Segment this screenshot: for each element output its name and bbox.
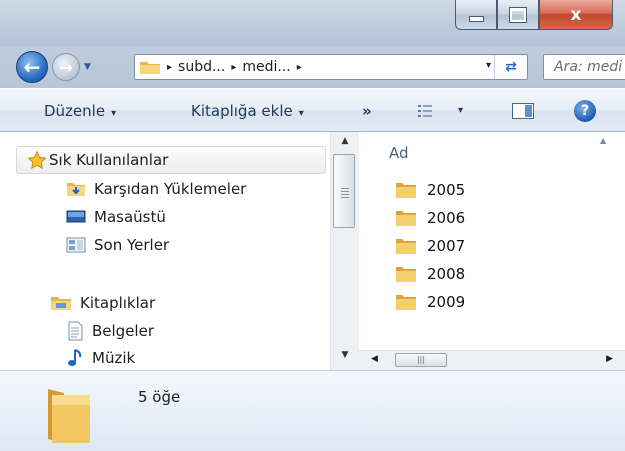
libraries-icon bbox=[51, 297, 71, 310]
more-commands-button[interactable]: » bbox=[362, 102, 372, 120]
file-name: 2009 bbox=[427, 293, 466, 311]
chevron-down-icon: ▾ bbox=[298, 108, 304, 119]
grip-icon bbox=[341, 188, 349, 200]
search-placeholder: Ara: medi bbox=[554, 59, 623, 75]
navigation-pane: Sık Kullanılanlar Karşıdan Yüklemeler Ma… bbox=[0, 132, 358, 370]
help-button[interactable]: ? bbox=[574, 100, 596, 122]
folder-icon bbox=[396, 183, 416, 198]
folder-icon bbox=[396, 211, 416, 226]
navigation-bar: ← → ▼ ▸ subd... ▸ medi... ▸ ▾ ⇄ Ara: med… bbox=[0, 46, 625, 88]
nav-item-music[interactable]: Müzik bbox=[66, 344, 135, 370]
close-icon: x bbox=[570, 4, 582, 25]
star-icon bbox=[27, 151, 47, 169]
explorer-window: x ← → ▼ ▸ subd... ▸ medi... ▸ ▾ ⇄ Ara: m… bbox=[0, 0, 625, 451]
file-list-pane: ▲ Ad 2005 2006 2007 2008 2009 bbox=[359, 132, 625, 370]
folder-icon bbox=[396, 267, 416, 282]
scroll-right-arrow-icon[interactable]: ▶ bbox=[606, 354, 613, 364]
address-dropdown[interactable]: ▾ bbox=[486, 60, 491, 71]
nav-favorites[interactable]: Sık Kullanılanlar bbox=[16, 146, 326, 174]
nav-item-label: Müzik bbox=[92, 349, 136, 367]
views-icon[interactable] bbox=[418, 104, 432, 118]
address-folder-icon bbox=[140, 62, 160, 74]
file-name: 2006 bbox=[427, 209, 466, 227]
maximize-button[interactable] bbox=[497, 0, 539, 30]
add-to-library-button[interactable]: Kitaplığa ekle ▾ bbox=[191, 102, 304, 120]
nav-item-label: Son Yerler bbox=[94, 236, 170, 254]
content-horizontal-scrollbar[interactable]: ◀ ||| ▶ bbox=[359, 350, 625, 371]
file-name: 2005 bbox=[427, 181, 466, 199]
folder-icon bbox=[48, 389, 90, 443]
item-count: 5 öğe bbox=[138, 388, 181, 406]
list-item[interactable]: 2009 bbox=[395, 290, 465, 314]
nav-item-label: Karşıdan Yüklemeler bbox=[94, 180, 247, 198]
minimize-button[interactable] bbox=[455, 0, 497, 30]
search-input[interactable]: Ara: medi bbox=[543, 54, 625, 80]
organize-button[interactable]: Düzenle ▾ bbox=[44, 102, 116, 120]
views-dropdown[interactable]: ▾ bbox=[458, 105, 463, 116]
nav-item-desktop[interactable]: Masaüstü bbox=[66, 203, 166, 231]
recent-places-icon bbox=[66, 237, 86, 253]
add-to-library-label: Kitaplığa ekle bbox=[191, 102, 293, 120]
file-name: 2007 bbox=[427, 237, 466, 255]
folder-icon bbox=[396, 239, 416, 254]
scroll-down-arrow-icon[interactable]: ▼ bbox=[331, 350, 359, 368]
breadcrumb-separator[interactable]: ▸ bbox=[297, 62, 302, 73]
title-bar: x bbox=[0, 0, 625, 46]
refresh-icon: ⇄ bbox=[505, 59, 517, 75]
folder-icon bbox=[396, 295, 416, 310]
music-icon bbox=[68, 349, 82, 366]
nav-libraries[interactable]: Kitaplıklar bbox=[50, 289, 155, 317]
list-item[interactable]: 2006 bbox=[395, 206, 465, 230]
file-name: 2008 bbox=[427, 265, 466, 283]
list-item[interactable]: 2008 bbox=[395, 262, 465, 286]
more-icon: » bbox=[362, 102, 372, 120]
breadcrumb-separator[interactable]: ▸ bbox=[231, 62, 236, 73]
nav-vertical-scrollbar[interactable]: ▲ ▼ bbox=[330, 132, 359, 370]
address-bar[interactable]: ▸ subd... ▸ medi... ▸ ▾ ⇄ bbox=[134, 54, 528, 80]
list-item[interactable]: 2007 bbox=[395, 234, 465, 258]
nav-favorites-label: Sık Kullanılanlar bbox=[49, 151, 169, 169]
recent-pages-dropdown[interactable]: ▼ bbox=[84, 62, 98, 72]
scroll-up-arrow-icon[interactable]: ▲ bbox=[331, 136, 359, 154]
breadcrumb-subd[interactable]: subd... bbox=[178, 59, 225, 75]
list-item[interactable]: 2005 bbox=[395, 178, 465, 202]
chevron-down-icon: ▾ bbox=[111, 108, 117, 119]
desktop-icon bbox=[66, 210, 86, 223]
scroll-left-arrow-icon[interactable]: ◀ bbox=[371, 354, 378, 364]
minimize-icon bbox=[468, 15, 484, 22]
maximize-icon bbox=[509, 6, 527, 23]
scroll-thumb[interactable]: ||| bbox=[395, 353, 447, 367]
organize-label: Düzenle bbox=[44, 102, 106, 120]
forward-arrow-icon: → bbox=[59, 57, 73, 77]
nav-item-recent[interactable]: Son Yerler bbox=[66, 231, 169, 259]
breadcrumb-medi[interactable]: medi... bbox=[242, 59, 290, 75]
documents-icon bbox=[68, 321, 83, 341]
nav-item-label: Belgeler bbox=[92, 322, 154, 340]
back-button[interactable]: ← bbox=[16, 51, 48, 83]
details-pane: 5 öğe bbox=[0, 370, 625, 451]
refresh-button[interactable]: ⇄ bbox=[494, 55, 527, 79]
sort-ascending-icon: ▲ bbox=[600, 136, 607, 145]
column-header-name[interactable]: Ad bbox=[389, 144, 409, 162]
help-icon: ? bbox=[580, 103, 590, 119]
downloads-folder-icon bbox=[67, 183, 85, 196]
command-bar: Düzenle ▾ Kitaplığa ekle ▾ » ▾ ? bbox=[0, 88, 625, 132]
preview-pane-icon[interactable] bbox=[512, 103, 534, 119]
nav-item-label: Masaüstü bbox=[94, 208, 166, 226]
breadcrumb-separator[interactable]: ▸ bbox=[167, 62, 172, 73]
forward-button[interactable]: → bbox=[52, 53, 80, 81]
caption-buttons: x bbox=[455, 0, 613, 32]
nav-item-documents[interactable]: Belgeler bbox=[66, 317, 154, 345]
back-arrow-icon: ← bbox=[23, 55, 41, 79]
close-button[interactable]: x bbox=[539, 0, 613, 30]
scroll-thumb[interactable] bbox=[333, 154, 355, 228]
nav-libraries-label: Kitaplıklar bbox=[80, 294, 156, 312]
nav-item-downloads[interactable]: Karşıdan Yüklemeler bbox=[66, 175, 246, 203]
